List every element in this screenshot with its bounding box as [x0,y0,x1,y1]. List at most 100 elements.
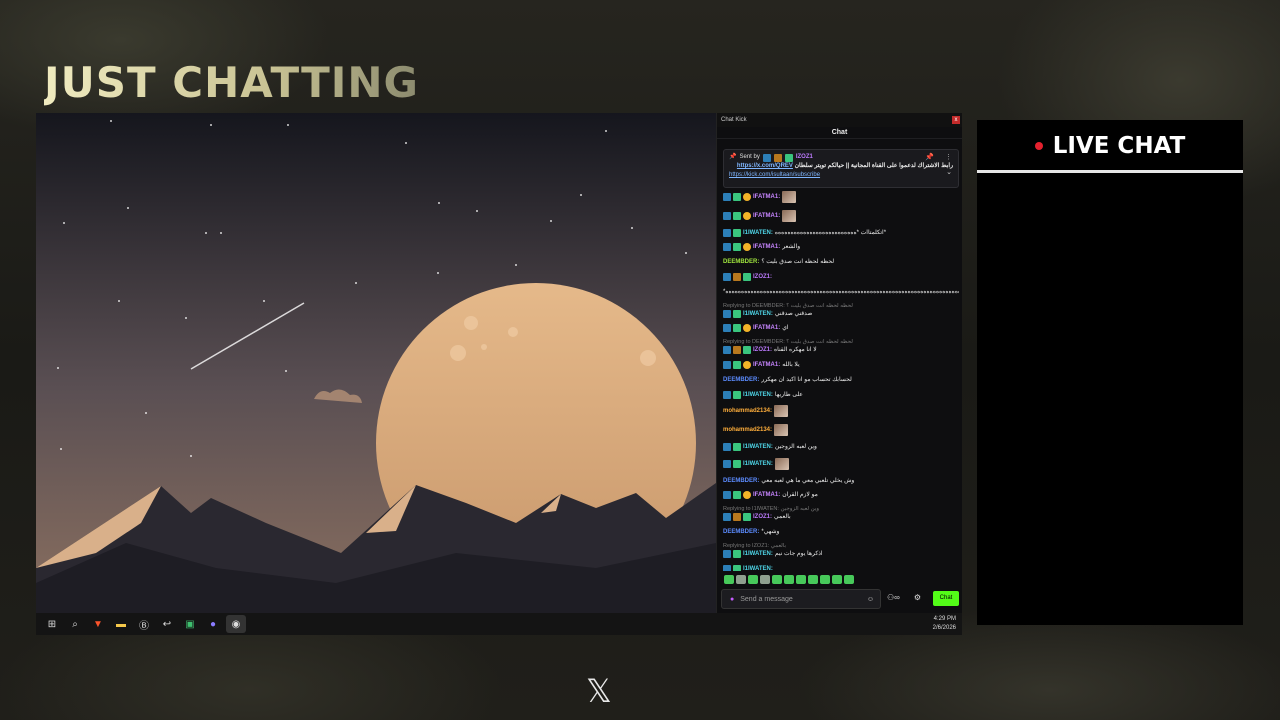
pinned-link-2[interactable]: https://kick.com/isultaan/subscribe [729,171,953,180]
users-icon[interactable]: ⚇∞ [887,593,900,602]
mod-badge-icon [723,346,731,355]
chat-username[interactable]: mohammad2134: [723,426,772,434]
unpin-icon[interactable]: 📌 [925,153,934,162]
chat-window: Chat Kick x Chat 📌 Sent by IZOZ1 رابط ال… [716,113,962,613]
chat-text: بالعمي [774,514,791,521]
chat-username[interactable]: IFATMA1: [753,361,780,369]
more-options-icon[interactable]: ⋮ [945,153,952,162]
mod-badge-icon [723,564,731,571]
terminal-icon[interactable]: ▣ [180,615,200,633]
chat-message: I1IWATEN: اذكرها يوم جات نيم [723,549,959,558]
chat-messages[interactable]: IFATMA1: IFATMA1: I1IWATEN: اتكلمتاات *ەەەە… [723,191,959,571]
chat-username[interactable]: I1IWATEN: [743,460,773,468]
message-placeholder: Send a message [740,595,793,603]
chat-message: DEEMBDER: وش يخلي تلعبي معي ما هي لعبه مع… [723,477,959,485]
obs-icon[interactable]: ◉ [226,615,246,633]
chat-username[interactable]: DEEMBDER: [723,528,759,536]
chat-message: IZOZ1: [723,272,959,281]
emote-icon[interactable] [808,575,818,584]
chat-username[interactable]: I1IWATEN: [743,229,773,237]
sub-badge-icon [733,491,741,500]
emote-icon[interactable] [832,575,842,584]
pinned-user[interactable]: IZOZ1 [796,153,813,162]
close-icon[interactable]: x [952,116,960,124]
chat-username[interactable]: DEEMBDER: [723,477,759,485]
arrow-icon[interactable]: ↩ [157,615,177,633]
chat-username[interactable]: IFATMA1: [753,193,780,201]
emote-icon[interactable] [820,575,830,584]
gold-badge-icon [743,193,751,201]
chat-username[interactable]: I1IWATEN: [743,443,773,451]
emoji-icon[interactable]: ☺ [867,596,874,603]
chat-message: * ەەەەەەەەەەەەەەەەەەەەەەەەەەەەەەەەەەەەەەە… [723,288,959,296]
send-chat-button[interactable]: Chat [933,591,959,606]
mod-badge-icon [723,272,731,281]
b-icon[interactable]: Ⓑ [134,615,154,633]
sub-badge-icon [733,390,741,399]
chat-message: I1IWATEN: على طاريها [723,390,959,399]
search-icon[interactable]: ⌕ [65,615,85,633]
settings-icon[interactable]: ⚙ [914,593,921,602]
chat-message: I1IWATEN: صدقني صدقني [723,309,959,318]
windows-icon[interactable]: ⊞ [42,615,62,633]
message-input[interactable]: ● Send a message ☺ [721,589,881,609]
sub-badge-icon [743,346,751,355]
emote-icon[interactable] [844,575,854,584]
emote-icon[interactable] [796,575,806,584]
chat-username[interactable]: IFATMA1: [753,212,780,220]
divider [977,170,1243,173]
clock-date: 2/6/2026 [932,625,956,631]
chevron-down-icon[interactable]: ⌄ [946,168,952,177]
chat-message: IFATMA1: يلا بالله [723,360,959,369]
chat-username[interactable]: mohammad2134: [723,407,772,415]
sub-badge-icon [743,513,751,522]
chat-username[interactable]: IZOZ1: [753,273,772,281]
emote-icon[interactable] [724,575,734,584]
chat-message: IFATMA1: [723,209,959,222]
chat-username[interactable]: I1IWATEN: [743,565,773,571]
chat-message: IZOZ1: لا انا مهكره القناه [723,346,959,355]
emote-icon[interactable] [772,575,782,584]
chat-username[interactable]: I1IWATEN: [743,310,773,318]
chat-username[interactable]: IFATMA1: [753,324,780,332]
reply-context: Replying to DEEMBDER: لحظه لحظه انت صدق … [723,302,853,309]
app-icon[interactable]: ● [203,615,223,633]
gold-badge-icon [743,491,751,500]
gold-badge-icon [743,211,751,220]
chat-text: والشعر [782,244,801,251]
chat-username[interactable]: DEEMBDER: [723,258,759,266]
files-icon[interactable]: ▬ [111,615,131,633]
chat-username[interactable]: I1IWATEN: [743,550,773,558]
reply-context: Replying to DEEMBDER: لحظه لحظه انت صدق … [723,339,853,346]
emote-icon[interactable] [784,575,794,584]
pinned-message: 📌 Sent by IZOZ1 رابط الاشتراك لدعموا على… [723,149,959,188]
chat-username[interactable]: I1IWATEN: [743,391,773,399]
pin-icon: 📌 [729,154,737,160]
brave-icon[interactable]: ▼ [88,615,108,633]
system-clock[interactable]: 4:29 PM 2/6/2026 [933,615,956,633]
pinned-link-1[interactable]: https://x.com/QREV [737,163,793,169]
chat-text: لحسابك تحساب مو انا اكيد ان مهكرر [761,376,852,383]
chat-message: mohammad2134: [723,424,959,437]
chat-tools: ⚇∞ ⚙ [887,593,921,602]
chat-window-title: Chat Kick [721,117,747,123]
sub-badge-icon [733,228,741,237]
sub-badge-icon [733,243,741,252]
chat-message: DEEMBDER: *وشهي [723,528,959,536]
emote-icon[interactable] [736,575,746,584]
mod-badge-icon [723,211,731,220]
emote-icon[interactable] [760,575,770,584]
sub-badge-icon [733,442,741,451]
chat-username[interactable]: IFATMA1: [753,491,780,499]
mod-badge-icon [723,243,731,252]
chat-text: يلا بالله [782,361,800,368]
chat-username[interactable]: IZOZ1: [753,513,772,521]
chat-username[interactable]: IZOZ1: [753,346,772,354]
mic-icon[interactable]: ● [730,596,734,603]
desktop-wallpaper [36,113,716,613]
chat-username[interactable]: DEEMBDER: [723,376,759,384]
sub-badge-icon [733,564,741,571]
chat-username[interactable]: IFATMA1: [753,243,780,251]
emote-icon[interactable] [748,575,758,584]
x-logo-icon: 𝕏 [586,672,612,710]
